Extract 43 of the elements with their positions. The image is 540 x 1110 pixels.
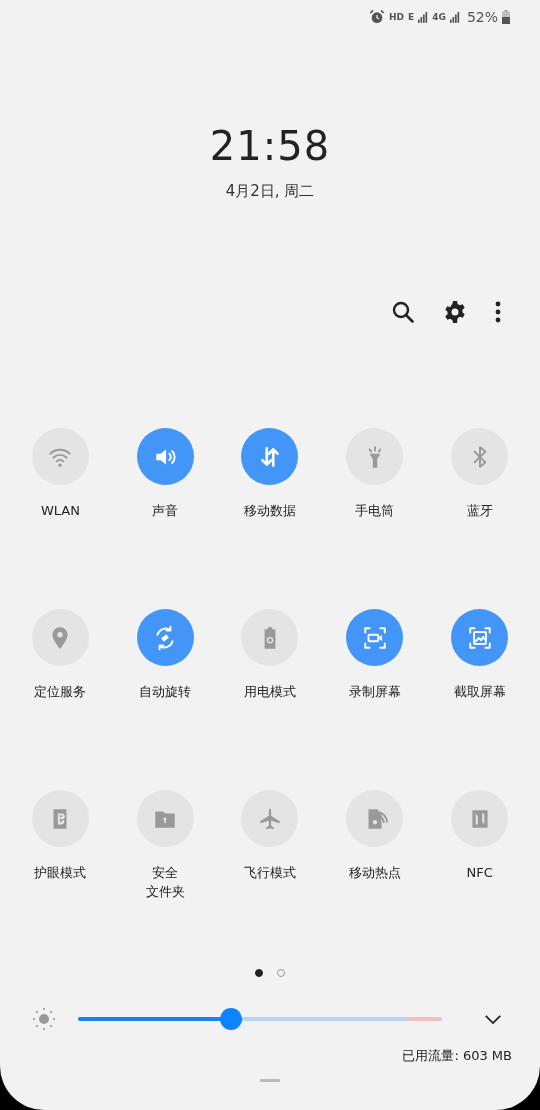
toggle-button[interactable] <box>136 428 194 485</box>
toggle-label: 移动热点 <box>348 864 401 882</box>
search-icon[interactable] <box>391 300 415 324</box>
settings-icon[interactable] <box>443 300 467 324</box>
toggle-button[interactable] <box>136 609 194 666</box>
network-type: 4G <box>432 12 446 22</box>
toggle-label: 定位服务 <box>34 683 87 701</box>
slider-thumb[interactable] <box>219 1008 242 1030</box>
image-icon <box>466 624 493 651</box>
toggle-button[interactable] <box>241 428 299 485</box>
brightness-icon <box>32 1007 56 1031</box>
toggle-button[interactable] <box>346 609 404 666</box>
data-usage-text: 已用流量: 603 MB <box>402 1047 512 1065</box>
toggle-label: 声音 <box>152 502 179 520</box>
signal-icon <box>449 11 460 23</box>
toggle-label: 移动数据 <box>244 502 296 520</box>
toggle-button[interactable] <box>451 609 509 666</box>
chevron-down-icon[interactable] <box>484 1013 502 1025</box>
toggle-label: 录制屏幕 <box>348 683 401 701</box>
toggle-label: 手电筒 <box>355 502 395 520</box>
clock-date: 4月2日, 周二 <box>225 182 315 201</box>
toggle-label: 文件夹 <box>145 883 185 901</box>
toggle-label: NFC <box>466 864 493 882</box>
drag-handle[interactable] <box>260 1079 280 1082</box>
toggle-label: WLAN <box>40 502 80 520</box>
battery-percentage: 52% <box>466 9 498 25</box>
signal-icon <box>418 11 429 23</box>
toggle-label: 安全 <box>152 864 179 882</box>
video-camera-icon <box>361 624 388 651</box>
alarm-clock-icon <box>369 9 386 25</box>
network-type: E <box>408 12 415 22</box>
battery-icon <box>502 10 510 24</box>
toggle-label: 护眼模式 <box>34 864 87 882</box>
brightness-slider[interactable] <box>78 1007 442 1031</box>
toggle-label: 截取屏幕 <box>453 683 506 701</box>
more-options-icon[interactable] <box>495 300 501 324</box>
toggle-label: 自动旋转 <box>139 683 192 701</box>
toggle-label: 飞行模式 <box>244 864 296 882</box>
high-brightness-zone <box>405 1017 442 1021</box>
hd-indicator: HD <box>389 12 405 22</box>
clock-time: 21:58 <box>209 122 331 170</box>
toggle-label: 用电模式 <box>244 683 296 701</box>
toggle-label: 蓝牙 <box>466 502 493 520</box>
